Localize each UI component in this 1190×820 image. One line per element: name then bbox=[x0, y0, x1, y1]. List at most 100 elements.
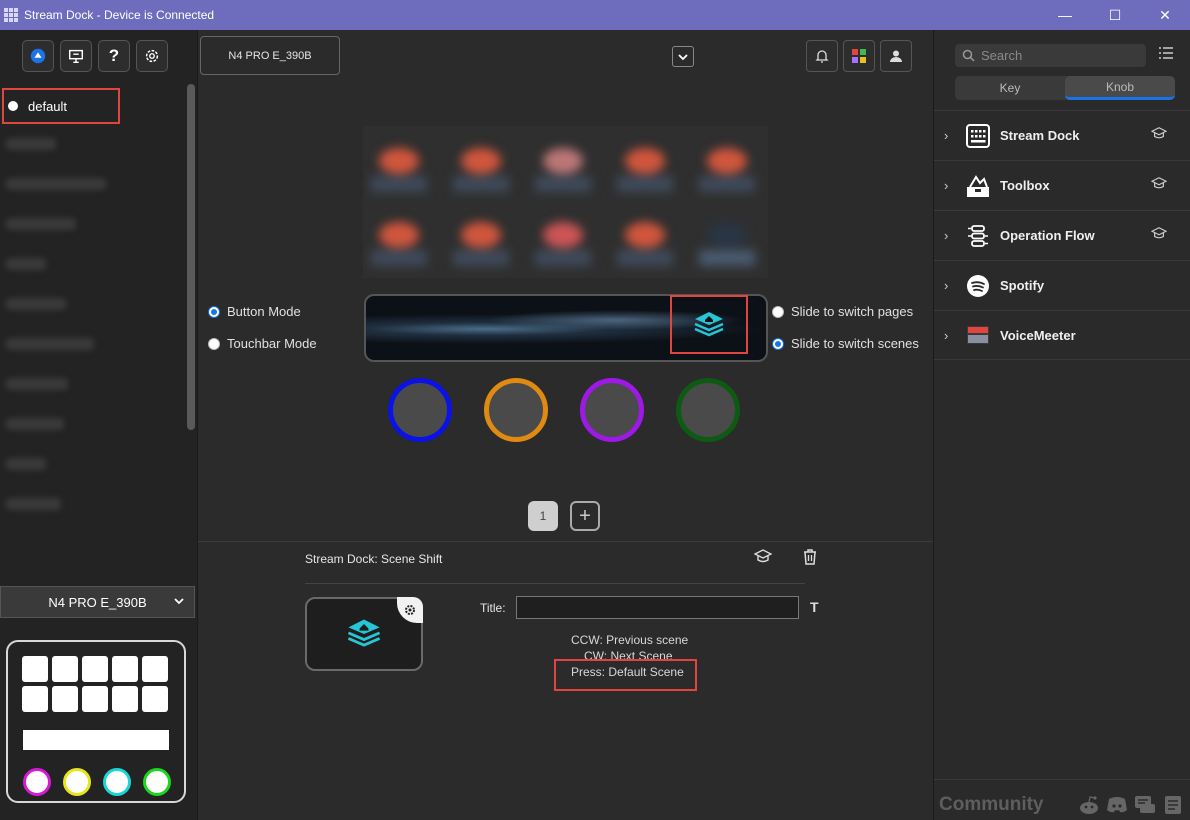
graduation-cap-icon[interactable] bbox=[1150, 226, 1168, 243]
key-slot[interactable] bbox=[531, 136, 595, 196]
page-dropdown-button[interactable] bbox=[672, 46, 694, 67]
apps-icon bbox=[852, 49, 866, 63]
profile-radio-icon bbox=[8, 101, 18, 111]
feedback-icon[interactable] bbox=[1134, 794, 1156, 816]
action-key-preview[interactable] bbox=[305, 597, 423, 671]
text-style-button[interactable]: T bbox=[810, 599, 819, 615]
knob-3[interactable] bbox=[580, 378, 644, 442]
search-box[interactable]: Search bbox=[955, 44, 1146, 67]
touchbar-mode-option[interactable]: Touchbar Mode bbox=[208, 336, 317, 351]
plugin-toolbox[interactable]: › Toolbox bbox=[934, 160, 1190, 210]
list-view-button[interactable] bbox=[1158, 46, 1174, 63]
tutorial-button[interactable] bbox=[753, 548, 773, 569]
list-item[interactable] bbox=[6, 178, 106, 190]
account-button[interactable] bbox=[880, 40, 912, 72]
left-toolbar: ? bbox=[22, 40, 168, 72]
key-slot[interactable] bbox=[367, 136, 431, 196]
device-select-value: N4 PRO E_390B bbox=[48, 594, 147, 610]
list-item[interactable] bbox=[6, 298, 66, 310]
list-item[interactable] bbox=[6, 418, 64, 430]
scene-shift-icon bbox=[347, 619, 381, 647]
top-actions bbox=[806, 40, 912, 72]
key-slot[interactable] bbox=[449, 210, 513, 270]
discord-icon[interactable] bbox=[1106, 794, 1128, 816]
profile-list: default bbox=[0, 82, 186, 542]
key-slot[interactable] bbox=[613, 210, 677, 270]
settings-button[interactable] bbox=[136, 40, 168, 72]
key-slot[interactable] bbox=[367, 210, 431, 270]
key-slot[interactable] bbox=[613, 136, 677, 196]
tab-key[interactable]: Key bbox=[955, 76, 1065, 100]
device-select[interactable]: N4 PRO E_390B bbox=[0, 586, 195, 618]
list-item[interactable] bbox=[6, 498, 61, 510]
key-slot[interactable] bbox=[531, 210, 595, 270]
maximize-button[interactable]: ☐ bbox=[1090, 0, 1140, 30]
scene-shift-icon bbox=[694, 311, 724, 336]
list-item[interactable] bbox=[6, 338, 94, 350]
title-bar: Stream Dock - Device is Connected — ☐ ✕ bbox=[0, 0, 1190, 30]
list-item[interactable] bbox=[6, 258, 46, 270]
plugin-panel: Search Key Knob › Stream Dock › Toolbox … bbox=[933, 30, 1190, 820]
device-preview-keys bbox=[22, 656, 168, 712]
button-mode-option[interactable]: Button Mode bbox=[208, 304, 301, 319]
list-item[interactable] bbox=[6, 218, 76, 230]
knob-2[interactable] bbox=[484, 378, 548, 442]
touchbar-scene-slot[interactable] bbox=[670, 295, 748, 354]
plugins-button[interactable] bbox=[843, 40, 875, 72]
community-label[interactable]: Community bbox=[939, 794, 1044, 816]
title-label: Title: bbox=[480, 601, 506, 615]
plugin-tabs: Key Knob bbox=[955, 76, 1175, 100]
grid-icon bbox=[966, 123, 990, 148]
gear-icon bbox=[405, 605, 415, 615]
add-page-button[interactable]: + bbox=[570, 501, 600, 531]
help-button[interactable]: ? bbox=[98, 40, 130, 72]
ccw-info: CCW: Previous scene bbox=[571, 633, 688, 647]
reddit-icon[interactable] bbox=[1078, 794, 1100, 816]
device-preview-knobs bbox=[23, 768, 171, 796]
plugin-list: › Stream Dock › Toolbox › Operation Flow… bbox=[934, 110, 1190, 360]
plugin-operation-flow[interactable]: › Operation Flow bbox=[934, 210, 1190, 260]
spotify-icon bbox=[966, 274, 990, 298]
list-item[interactable] bbox=[6, 378, 68, 390]
list-item[interactable] bbox=[6, 138, 56, 150]
action-toolbar bbox=[753, 548, 818, 569]
plugin-voicemeeter[interactable]: › VoiceMeeter bbox=[934, 310, 1190, 360]
graduation-cap-icon[interactable] bbox=[1150, 126, 1168, 143]
key-slot[interactable] bbox=[695, 210, 759, 270]
social-links bbox=[1078, 794, 1184, 816]
slide-pages-option[interactable]: Slide to switch pages bbox=[772, 304, 913, 319]
chevron-right-icon: › bbox=[944, 178, 949, 193]
plugin-stream-dock[interactable]: › Stream Dock bbox=[934, 110, 1190, 160]
key-slot[interactable] bbox=[449, 136, 513, 196]
key-slot[interactable] bbox=[695, 136, 759, 196]
main-area: N4 PRO E_390B Button Mode Touchbar Mode bbox=[198, 30, 933, 820]
graduation-cap-icon[interactable] bbox=[1150, 176, 1168, 193]
plugin-spotify[interactable]: › Spotify bbox=[934, 260, 1190, 310]
page-1-button[interactable]: 1 bbox=[528, 501, 558, 531]
close-button[interactable]: ✕ bbox=[1140, 0, 1190, 30]
presentation-icon bbox=[68, 49, 84, 64]
knob-1[interactable] bbox=[388, 378, 452, 442]
store-button[interactable] bbox=[22, 40, 54, 72]
list-icon bbox=[1159, 47, 1173, 59]
profile-scrollbar[interactable] bbox=[187, 84, 195, 430]
list-item[interactable] bbox=[6, 458, 46, 470]
presentation-button[interactable] bbox=[60, 40, 92, 72]
device-tab[interactable]: N4 PRO E_390B bbox=[200, 36, 340, 75]
document-icon[interactable] bbox=[1162, 794, 1184, 816]
press-highlight bbox=[554, 659, 697, 691]
radio-icon bbox=[208, 337, 220, 350]
minimize-button[interactable]: — bbox=[1040, 0, 1090, 30]
title-input[interactable] bbox=[516, 596, 799, 619]
key-settings-button[interactable] bbox=[397, 597, 423, 623]
touchbar-mode-label: Touchbar Mode bbox=[227, 336, 317, 351]
store-icon bbox=[30, 48, 46, 64]
slide-scenes-option[interactable]: Slide to switch scenes bbox=[772, 336, 919, 351]
notifications-button[interactable] bbox=[806, 40, 838, 72]
key-grid bbox=[363, 126, 768, 278]
knob-4[interactable] bbox=[676, 378, 740, 442]
profile-item-default[interactable]: default bbox=[2, 88, 120, 124]
trash-icon bbox=[804, 549, 816, 565]
tab-knob[interactable]: Knob bbox=[1065, 76, 1175, 100]
delete-button[interactable] bbox=[802, 548, 818, 569]
